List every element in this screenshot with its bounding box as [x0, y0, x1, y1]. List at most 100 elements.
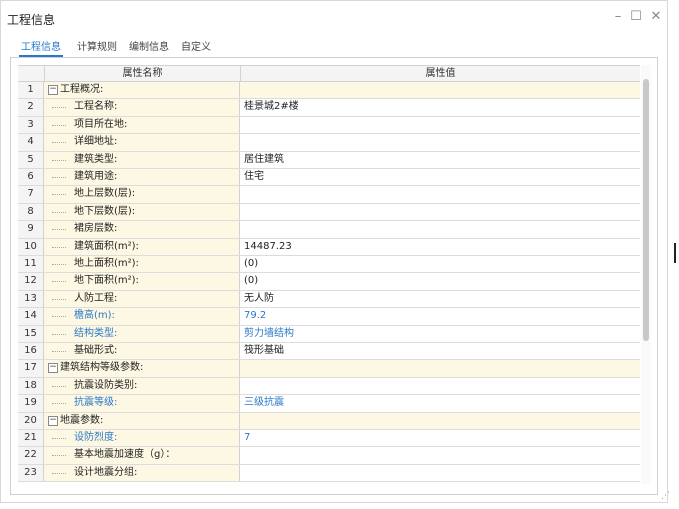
property-value-cell[interactable]	[240, 378, 640, 394]
row-number: 23	[18, 464, 44, 482]
property-value-cell[interactable]: 住宅	[240, 169, 640, 185]
property-value-cell[interactable]	[240, 186, 640, 202]
property-name: 裙房层数:	[74, 223, 118, 235]
tree-line-icon	[52, 316, 66, 318]
property-value-cell[interactable]: 居住建筑	[240, 152, 640, 168]
property-value-cell[interactable]	[240, 82, 640, 99]
property-value-cell[interactable]	[240, 221, 640, 237]
property-name: 地下面积(m²):	[74, 275, 139, 287]
table-row[interactable]: 17− 建筑结构等级参数:	[18, 360, 640, 378]
edge-mark	[674, 243, 676, 263]
row-number: 16	[18, 343, 44, 360]
property-name: 设防烈度:	[74, 432, 118, 443]
collapse-icon[interactable]: −	[48, 363, 58, 374]
property-name: 地下层数(层):	[74, 205, 136, 217]
property-name-cell[interactable]: − 建筑结构等级参数:	[44, 360, 240, 377]
property-value-cell[interactable]	[240, 412, 640, 429]
property-name-cell[interactable]: 檐高(m):	[44, 308, 240, 325]
table-row[interactable]: 11 地上面积(m²): (0)	[18, 256, 640, 274]
table-row[interactable]: 12 地下面积(m²): (0)	[18, 273, 640, 291]
table-row[interactable]: 8 地下层数(层):	[18, 203, 640, 222]
property-name-cell[interactable]: − 工程概况:	[44, 82, 240, 99]
property-name-cell[interactable]: 抗震等级:	[44, 395, 240, 412]
property-value-cell[interactable]	[240, 134, 640, 150]
scrollbar-thumb[interactable]	[643, 79, 649, 341]
table-row[interactable]: 5 建筑类型: 居住建筑	[18, 151, 640, 169]
property-name-cell[interactable]: 工程名称:	[44, 99, 240, 116]
maximize-button[interactable]: ☐	[629, 9, 643, 25]
property-value-cell[interactable]: (0)	[240, 256, 640, 272]
property-name-cell[interactable]: 设防烈度:	[44, 430, 240, 447]
close-button[interactable]: ✕	[649, 9, 663, 25]
resize-grip-icon[interactable]: ⋰	[661, 491, 670, 501]
table-row[interactable]: 1− 工程概况:	[18, 82, 640, 100]
column-header-value[interactable]: 属性值	[240, 66, 640, 81]
property-name-cell[interactable]: 建筑面积(m²):	[44, 238, 240, 255]
table-row[interactable]: 23 设计地震分组:	[18, 464, 640, 483]
row-number: 6	[18, 169, 44, 186]
property-value-cell[interactable]	[240, 465, 640, 481]
property-name-cell[interactable]: 地上层数(层):	[44, 186, 240, 203]
table-row[interactable]: 10 建筑面积(m²): 14487.23	[18, 238, 640, 256]
property-name-cell[interactable]: 地下面积(m²):	[44, 273, 240, 290]
tree-line-icon	[52, 333, 66, 335]
property-name-cell[interactable]: 裙房层数:	[44, 221, 240, 238]
property-name-cell[interactable]: 建筑用途:	[44, 169, 240, 186]
table-row[interactable]: 21 设防烈度: 7	[18, 430, 640, 448]
property-value-cell[interactable]	[240, 117, 640, 133]
table-row[interactable]: 7 地上层数(层):	[18, 186, 640, 204]
property-value-cell[interactable]: 7	[240, 430, 640, 446]
tree-line-icon	[52, 281, 66, 283]
property-value-cell[interactable]	[240, 360, 640, 377]
property-name-cell[interactable]: 设计地震分组:	[44, 464, 240, 482]
property-name: 建筑面积(m²):	[74, 240, 139, 252]
collapse-icon[interactable]: −	[48, 415, 58, 426]
property-name: 地上面积(m²):	[74, 258, 139, 269]
table-row[interactable]: 6 建筑用途: 住宅	[18, 169, 640, 187]
tab-custom[interactable]: 自定义	[179, 39, 213, 57]
table-row[interactable]: 18 抗震设防类别:	[18, 377, 640, 396]
table-row[interactable]: 14 檐高(m): 79.2	[18, 308, 640, 326]
column-header-name[interactable]: 属性名称	[44, 66, 240, 81]
table-row[interactable]: 16 基础形式: 筏形基础	[18, 343, 640, 361]
property-value-cell[interactable]: 无人防	[240, 291, 640, 307]
property-name-cell[interactable]: 地上面积(m²):	[44, 256, 240, 273]
table-row[interactable]: 4 详细地址:	[18, 134, 640, 152]
row-number: 20	[18, 412, 44, 429]
collapse-icon[interactable]: −	[48, 85, 58, 95]
table-row[interactable]: 19 抗震等级: 三级抗震	[18, 395, 640, 413]
table-row[interactable]: 2 工程名称: 桂景城2#楼	[18, 99, 640, 117]
property-name-cell[interactable]: 结构类型:	[44, 325, 240, 342]
property-name-cell[interactable]: 建筑类型:	[44, 151, 240, 168]
property-name-cell[interactable]: 抗震设防类别:	[44, 377, 240, 395]
property-value-cell[interactable]: (0)	[240, 273, 640, 289]
property-name-cell[interactable]: 人防工程:	[44, 290, 240, 308]
property-name-cell[interactable]: 详细地址:	[44, 134, 240, 151]
tab-compile-info[interactable]: 编制信息	[127, 39, 171, 57]
row-number: 22	[18, 447, 44, 464]
property-value-cell[interactable]: 剪力墙结构	[240, 326, 640, 342]
row-number: 19	[18, 395, 44, 412]
property-name-cell[interactable]: − 地震参数:	[44, 412, 240, 429]
table-row[interactable]: 15 结构类型: 剪力墙结构	[18, 325, 640, 343]
table-row[interactable]: 20− 地震参数:	[18, 412, 640, 430]
property-value-cell[interactable]: 三级抗震	[240, 395, 640, 411]
property-name-cell[interactable]: 基本地震加速度（g）：	[44, 447, 240, 464]
property-value-cell[interactable]: 桂景城2#楼	[240, 99, 640, 115]
property-value-cell[interactable]: 筏形基础	[240, 343, 640, 359]
table-row[interactable]: 22 基本地震加速度（g）：	[18, 447, 640, 465]
property-value-cell[interactable]	[240, 447, 640, 463]
property-value-cell[interactable]: 14487.23	[240, 239, 640, 255]
property-name-cell[interactable]: 地下层数(层):	[44, 203, 240, 221]
tab-calc-rules[interactable]: 计算规则	[75, 39, 119, 57]
property-name-cell[interactable]: 项目所在地:	[44, 116, 240, 134]
property-name-cell[interactable]: 基础形式:	[44, 343, 240, 360]
property-value-cell[interactable]	[240, 204, 640, 220]
minimize-button[interactable]: –	[611, 9, 625, 25]
tab-project-info[interactable]: 工程信息	[19, 39, 63, 57]
table-row[interactable]: 13 人防工程: 无人防	[18, 290, 640, 309]
tree-line-icon	[52, 107, 66, 109]
table-row[interactable]: 3 项目所在地:	[18, 116, 640, 135]
table-row[interactable]: 9 裙房层数:	[18, 221, 640, 239]
property-value-cell[interactable]: 79.2	[240, 308, 640, 324]
